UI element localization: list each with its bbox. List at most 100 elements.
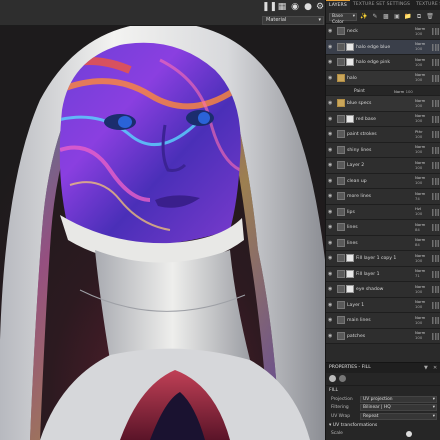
channels-grid-icon[interactable] bbox=[432, 301, 439, 309]
layer-row[interactable]: ◉ clean up Norm 100 bbox=[326, 173, 440, 189]
mask-thumbnail[interactable] bbox=[346, 42, 354, 51]
blend-mode-opacity[interactable]: Norm 100 bbox=[415, 113, 425, 123]
visibility-eye-icon[interactable]: ◉ bbox=[328, 75, 334, 81]
add-mask-icon[interactable]: ▣ bbox=[393, 13, 401, 21]
blend-mode-opacity[interactable]: Norm 100 bbox=[415, 315, 425, 325]
layer-row[interactable]: ◉ halo edge pink Norm 100 bbox=[326, 55, 440, 71]
visibility-eye-icon[interactable]: ◉ bbox=[328, 225, 334, 230]
visibility-eye-icon[interactable]: ◉ bbox=[328, 302, 334, 308]
material-select[interactable]: Material ▾ bbox=[262, 16, 324, 25]
viewport-3d[interactable]: ❚❚ ▦ ◉ ● ⚙ Material ▾ bbox=[0, 0, 325, 440]
channels-grid-icon[interactable] bbox=[432, 28, 439, 35]
visibility-eye-icon[interactable]: ◉ bbox=[328, 287, 334, 292]
blend-mode-opacity[interactable]: Norm 74 bbox=[415, 191, 425, 201]
camera-icon[interactable]: ◉ bbox=[289, 1, 301, 13]
layer-row[interactable]: ◉ main lines Norm 100 bbox=[326, 313, 440, 329]
blend-mode-opacity[interactable]: Norm 100 bbox=[394, 89, 413, 94]
layer-row[interactable]: ◉ more lines Norm 74 bbox=[326, 189, 440, 205]
lock-toggle-icon[interactable] bbox=[406, 430, 412, 437]
visibility-eye-icon[interactable]: ◉ bbox=[328, 209, 334, 215]
sphere-icon[interactable]: ● bbox=[302, 1, 314, 13]
uv-wrap-select[interactable]: Repeat ▾ bbox=[360, 412, 437, 420]
blend-mode-opacity[interactable]: Norm 100 bbox=[415, 144, 425, 154]
delete-icon[interactable]: 🗑 bbox=[426, 13, 434, 21]
visibility-eye-icon[interactable]: ◉ bbox=[328, 29, 334, 34]
layer-row[interactable]: ◉ Fill layer 1 Norm 71 bbox=[326, 266, 440, 282]
channels-grid-icon[interactable] bbox=[432, 59, 439, 66]
tab-layers[interactable]: LAYERS bbox=[326, 0, 350, 11]
visibility-eye-icon[interactable]: ◉ bbox=[328, 333, 334, 339]
layer-row[interactable]: ◉ eye shadow Norm 100 bbox=[326, 282, 440, 298]
channels-grid-icon[interactable] bbox=[432, 115, 439, 123]
mask-thumbnail[interactable] bbox=[346, 58, 354, 66]
channel-select[interactable]: Base Color ▾ bbox=[329, 12, 357, 25]
sub-layer-row[interactable]: Paint Norm 100 bbox=[326, 86, 440, 96]
channels-grid-icon[interactable] bbox=[432, 193, 439, 200]
tab-texture-set-list[interactable]: TEXTURE SET LIST bbox=[413, 0, 440, 10]
visibility-eye-icon[interactable]: ◉ bbox=[328, 101, 334, 106]
blend-mode-opacity[interactable]: Norm 100 bbox=[415, 253, 425, 263]
sphere-mode-icon[interactable] bbox=[339, 375, 346, 382]
mask-thumbnail[interactable] bbox=[346, 114, 354, 123]
blend-mode-opacity[interactable]: Norm 100 bbox=[415, 26, 425, 36]
layer-row[interactable]: ◉ shiny lines Norm 100 bbox=[326, 142, 440, 158]
channels-grid-icon[interactable] bbox=[432, 177, 439, 185]
visibility-eye-icon[interactable]: ◉ bbox=[328, 163, 334, 168]
layer-row[interactable]: ◉ Layer 1 Norm 100 bbox=[326, 297, 440, 313]
blend-mode-opacity[interactable]: Norm 100 bbox=[415, 299, 425, 309]
blend-mode-opacity[interactable]: HzI 100 bbox=[415, 206, 422, 216]
layer-row[interactable]: ◉ blue specs Norm 100 bbox=[326, 96, 440, 112]
collapse-icon[interactable]: ▼ bbox=[424, 363, 428, 373]
blend-mode-opacity[interactable]: Norm 84 bbox=[415, 222, 425, 232]
add-effect-icon[interactable]: ✨ bbox=[360, 13, 368, 21]
layer-row[interactable]: ◉ lines Norm 84 bbox=[326, 235, 440, 251]
channels-grid-icon[interactable] bbox=[432, 131, 439, 138]
add-folder-icon[interactable]: 📁 bbox=[404, 13, 412, 21]
visibility-eye-icon[interactable]: ◉ bbox=[328, 147, 334, 153]
layer-row[interactable]: ◉ halo edge blue Norm 100 bbox=[326, 39, 440, 55]
visibility-eye-icon[interactable]: ◉ bbox=[328, 318, 334, 323]
channels-grid-icon[interactable] bbox=[432, 286, 439, 293]
blend-mode-opacity[interactable]: Norm 100 bbox=[415, 98, 425, 108]
visibility-eye-icon[interactable]: ◉ bbox=[328, 194, 334, 199]
add-paint-layer-icon[interactable]: ✎ bbox=[371, 13, 379, 21]
mask-thumbnail[interactable] bbox=[346, 254, 354, 262]
layer-row[interactable]: ◉ Layer 2 Norm 100 bbox=[326, 158, 440, 174]
duplicate-icon[interactable]: ⧉ bbox=[415, 13, 423, 21]
layer-row[interactable]: ◉ Fill layer 1 copy 1 Norm 100 bbox=[326, 251, 440, 267]
visibility-eye-icon[interactable]: ◉ bbox=[328, 178, 334, 184]
close-icon[interactable]: ✕ bbox=[433, 363, 437, 373]
material-mode-icon[interactable] bbox=[329, 375, 336, 382]
layer-row[interactable]: ◉ lines Norm 84 bbox=[326, 220, 440, 236]
channels-grid-icon[interactable] bbox=[432, 208, 439, 216]
blend-mode-opacity[interactable]: Norm 84 bbox=[415, 237, 425, 247]
channels-grid-icon[interactable] bbox=[432, 162, 439, 169]
visibility-eye-icon[interactable]: ◉ bbox=[328, 116, 334, 122]
grid-layout-icon[interactable]: ▦ bbox=[276, 1, 288, 13]
visibility-eye-icon[interactable]: ◉ bbox=[328, 240, 334, 246]
blend-mode-opacity[interactable]: Norm 100 bbox=[415, 175, 425, 185]
camera-settings-icon[interactable]: ⚙ bbox=[314, 1, 325, 13]
blend-mode-opacity[interactable]: Norm 100 bbox=[415, 72, 425, 82]
layer-row[interactable]: ◉ red base Norm 100 bbox=[326, 111, 440, 127]
channels-grid-icon[interactable] bbox=[432, 100, 439, 107]
channels-grid-icon[interactable] bbox=[432, 332, 439, 340]
blend-mode-opacity[interactable]: Norm 100 bbox=[415, 57, 425, 67]
mask-thumbnail[interactable] bbox=[346, 269, 354, 278]
channels-grid-icon[interactable] bbox=[432, 317, 439, 324]
channels-grid-icon[interactable] bbox=[432, 255, 439, 262]
uv-transformations-section[interactable]: ▾ UV transformations bbox=[326, 421, 440, 430]
layer-row[interactable]: ◉ paint strokes Pthr 100 bbox=[326, 127, 440, 143]
blend-mode-opacity[interactable]: Pthr 100 bbox=[415, 129, 423, 139]
pause-icon[interactable]: ❚❚ bbox=[262, 1, 277, 13]
layer-row[interactable]: ◉ patches Norm 100 bbox=[326, 328, 440, 344]
add-fill-layer-icon[interactable]: ▩ bbox=[382, 13, 390, 21]
visibility-eye-icon[interactable]: ◉ bbox=[328, 132, 334, 137]
blend-mode-opacity[interactable]: Norm 71 bbox=[415, 268, 425, 278]
channels-grid-icon[interactable] bbox=[432, 146, 439, 154]
visibility-eye-icon[interactable]: ◉ bbox=[328, 44, 334, 50]
tab-texture-set-settings[interactable]: TEXTURE SET SETTINGS bbox=[350, 0, 413, 10]
3d-model-render[interactable] bbox=[0, 0, 325, 440]
projection-select[interactable]: UV projection ▾ bbox=[360, 395, 437, 403]
blend-mode-opacity[interactable]: Norm 100 bbox=[415, 284, 425, 294]
